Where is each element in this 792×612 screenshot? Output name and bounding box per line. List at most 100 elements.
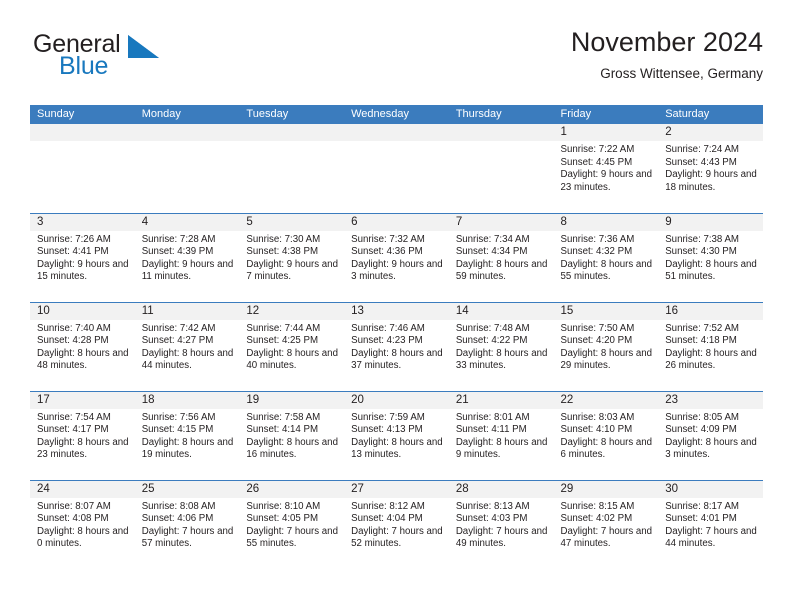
calendar-day-cell[interactable]: 4 Sunrise: 7:28 AM Sunset: 4:39 PM Daylight… xyxy=(134,212,240,302)
calendar-day-cell-empty xyxy=(239,124,345,213)
daylight-text: Daylight: 8 hours and 51 minutes. xyxy=(665,258,757,283)
triangle-flag-icon xyxy=(128,35,159,58)
daylight-text: Daylight: 7 hours and 47 minutes. xyxy=(560,525,653,550)
sunrise-text: Sunrise: 7:36 AM xyxy=(560,233,635,245)
sunrise-text: Sunrise: 7:28 AM xyxy=(141,233,216,245)
daylight-text: Daylight: 7 hours and 55 minutes. xyxy=(246,525,338,550)
brand-logo[interactable]: General Blue xyxy=(30,32,290,92)
calendar-day-cell[interactable]: 23 Sunrise: 8:05 AM Sunset: 4:09 PM Dayligh… xyxy=(658,390,763,480)
calendar-day-cell[interactable]: 14 Sunrise: 7:48 AM Sunset: 4:22 PM Dayligh… xyxy=(448,301,554,391)
daylight-text: Daylight: 9 hours and 3 minutes. xyxy=(351,258,443,283)
sunset-text: Sunset: 4:27 PM xyxy=(141,335,214,347)
sunrise-text: Sunrise: 7:58 AM xyxy=(246,411,321,423)
daylight-text: Daylight: 8 hours and 19 minutes. xyxy=(141,436,234,461)
sunrise-text: Sunrise: 8:10 AM xyxy=(246,500,321,512)
sunset-text: Sunset: 4:30 PM xyxy=(665,246,737,258)
calendar-day-cell[interactable]: 2 Sunrise: 7:24 AM Sunset: 4:43 PM Daylight… xyxy=(658,124,763,213)
day-number: 1 xyxy=(553,124,659,141)
calendar-day-cell[interactable]: 7 Sunrise: 7:34 AM Sunset: 4:34 PM Daylight… xyxy=(448,212,554,302)
day-details: Sunrise: 8:12 AM Sunset: 4:04 PM Daylight:… xyxy=(344,498,449,551)
day-cell-inner: 14 Sunrise: 7:48 AM Sunset: 4:22 PM Dayligh… xyxy=(448,302,554,391)
day-details: Sunrise: 7:28 AM Sunset: 4:39 PM Daylight:… xyxy=(135,231,240,284)
calendar-body: 1 Sunrise: 7:22 AM Sunset: 4:45 PM Daylight… xyxy=(30,124,763,569)
daylight-text: Daylight: 8 hours and 13 minutes. xyxy=(351,436,443,461)
day-cell-inner: 9 Sunrise: 7:38 AM Sunset: 4:30 PM Daylight… xyxy=(658,213,763,302)
day-cell-inner xyxy=(239,124,345,213)
day-number: 23 xyxy=(658,391,763,409)
calendar-day-cell[interactable]: 6 Sunrise: 7:32 AM Sunset: 4:36 PM Daylight… xyxy=(344,212,449,302)
day-number: 15 xyxy=(553,302,659,320)
daylight-text: Daylight: 7 hours and 57 minutes. xyxy=(141,525,234,550)
calendar-day-cell[interactable]: 28 Sunrise: 8:13 AM Sunset: 4:03 PM Dayligh… xyxy=(448,479,554,569)
weekday-header-wednesday: Wednesday xyxy=(344,105,449,124)
calendar-day-cell-empty xyxy=(134,124,240,213)
day-cell-inner: 25 Sunrise: 8:08 AM Sunset: 4:06 PM Dayligh… xyxy=(134,480,240,570)
sunrise-text: Sunrise: 8:01 AM xyxy=(455,411,530,423)
day-details: Sunrise: 7:59 AM Sunset: 4:13 PM Daylight:… xyxy=(344,409,449,462)
day-number: 21 xyxy=(448,391,554,409)
daylight-text: Daylight: 8 hours and 29 minutes. xyxy=(560,347,653,372)
calendar-day-cell[interactable]: 11 Sunrise: 7:42 AM Sunset: 4:27 PM Dayligh… xyxy=(134,301,240,391)
sunrise-text: Sunrise: 7:26 AM xyxy=(37,233,111,245)
calendar-day-cell[interactable]: 22 Sunrise: 8:03 AM Sunset: 4:10 PM Dayligh… xyxy=(553,390,659,480)
sunset-text: Sunset: 4:10 PM xyxy=(560,424,633,436)
calendar-day-cell[interactable]: 5 Sunrise: 7:30 AM Sunset: 4:38 PM Daylight… xyxy=(239,212,345,302)
calendar-day-cell[interactable]: 21 Sunrise: 8:01 AM Sunset: 4:11 PM Dayligh… xyxy=(448,390,554,480)
day-cell-inner: 1 Sunrise: 7:22 AM Sunset: 4:45 PM Daylight… xyxy=(553,124,659,213)
day-number: 5 xyxy=(239,213,345,231)
day-number: 14 xyxy=(448,302,554,320)
calendar-day-cell[interactable]: 8 Sunrise: 7:36 AM Sunset: 4:32 PM Daylight… xyxy=(553,212,659,302)
day-cell-inner: 13 Sunrise: 7:46 AM Sunset: 4:23 PM Dayligh… xyxy=(344,302,449,391)
title-block: November 2024 Gross Wittensee, Germany xyxy=(570,27,763,82)
calendar-day-cell[interactable]: 20 Sunrise: 7:59 AM Sunset: 4:13 PM Dayligh… xyxy=(344,390,449,480)
calendar-day-cell[interactable]: 29 Sunrise: 8:15 AM Sunset: 4:02 PM Dayligh… xyxy=(553,479,659,569)
sunset-text: Sunset: 4:06 PM xyxy=(141,513,214,525)
calendar-day-cell[interactable]: 3 Sunrise: 7:26 AM Sunset: 4:41 PM Daylight… xyxy=(30,212,135,302)
day-details: Sunrise: 7:50 AM Sunset: 4:20 PM Daylight:… xyxy=(554,320,659,373)
sunset-text: Sunset: 4:32 PM xyxy=(560,246,633,258)
day-cell-inner: 30 Sunrise: 8:17 AM Sunset: 4:01 PM Dayligh… xyxy=(658,480,763,570)
day-number xyxy=(344,124,449,141)
day-number: 3 xyxy=(30,213,135,231)
sunrise-text: Sunrise: 8:12 AM xyxy=(351,500,425,512)
sunset-text: Sunset: 4:23 PM xyxy=(351,335,423,347)
day-number: 9 xyxy=(658,213,763,231)
calendar-day-cell[interactable]: 30 Sunrise: 8:17 AM Sunset: 4:01 PM Dayligh… xyxy=(658,479,763,570)
sunset-text: Sunset: 4:09 PM xyxy=(665,424,737,436)
calendar-day-cell[interactable]: 24 Sunrise: 8:07 AM Sunset: 4:08 PM Dayligh… xyxy=(30,479,135,569)
daylight-text: Daylight: 9 hours and 7 minutes. xyxy=(246,258,338,283)
calendar-day-cell[interactable]: 16 Sunrise: 7:52 AM Sunset: 4:18 PM Dayligh… xyxy=(658,301,763,391)
day-number xyxy=(30,124,135,141)
daylight-text: Daylight: 8 hours and 44 minutes. xyxy=(141,347,234,372)
calendar-day-cell-empty xyxy=(448,124,554,213)
calendar-week-row: 24 Sunrise: 8:07 AM Sunset: 4:08 PM Dayligh… xyxy=(30,479,763,570)
sunset-text: Sunset: 4:38 PM xyxy=(246,246,319,258)
calendar-table: Sunday Monday Tuesday Wednesday Thursday… xyxy=(30,105,763,569)
calendar-day-cell[interactable]: 17 Sunrise: 7:54 AM Sunset: 4:17 PM Dayligh… xyxy=(30,390,135,480)
daylight-text: Daylight: 8 hours and 0 minutes. xyxy=(37,525,129,550)
calendar-day-cell-empty xyxy=(344,124,449,213)
sunrise-text: Sunrise: 7:22 AM xyxy=(560,144,635,155)
calendar-day-cell[interactable]: 27 Sunrise: 8:12 AM Sunset: 4:04 PM Dayligh… xyxy=(344,479,449,569)
calendar-day-cell[interactable]: 12 Sunrise: 7:44 AM Sunset: 4:25 PM Dayligh… xyxy=(239,301,345,391)
calendar-day-cell[interactable]: 18 Sunrise: 7:56 AM Sunset: 4:15 PM Dayligh… xyxy=(134,390,240,480)
day-cell-inner xyxy=(344,124,449,213)
sunrise-text: Sunrise: 7:50 AM xyxy=(560,322,635,334)
calendar-day-cell[interactable]: 26 Sunrise: 8:10 AM Sunset: 4:05 PM Dayligh… xyxy=(239,479,345,569)
day-details: Sunrise: 7:58 AM Sunset: 4:14 PM Daylight:… xyxy=(239,409,344,462)
page-title: November 2024 xyxy=(570,27,763,57)
sunrise-text: Sunrise: 7:30 AM xyxy=(246,233,321,245)
calendar-day-cell[interactable]: 1 Sunrise: 7:22 AM Sunset: 4:45 PM Daylight… xyxy=(553,124,659,213)
day-cell-inner xyxy=(448,124,554,213)
day-details: Sunrise: 7:38 AM Sunset: 4:30 PM Daylight:… xyxy=(658,231,763,284)
sunset-text: Sunset: 4:34 PM xyxy=(455,246,528,258)
day-number: 26 xyxy=(239,480,345,498)
calendar-day-cell[interactable]: 25 Sunrise: 8:08 AM Sunset: 4:06 PM Dayligh… xyxy=(134,479,240,570)
calendar-day-cell[interactable]: 10 Sunrise: 7:40 AM Sunset: 4:28 PM Dayligh… xyxy=(30,301,135,391)
calendar-day-cell[interactable]: 19 Sunrise: 7:58 AM Sunset: 4:14 PM Dayligh… xyxy=(239,390,345,480)
day-details: Sunrise: 7:36 AM Sunset: 4:32 PM Daylight:… xyxy=(554,231,659,284)
day-cell-inner: 15 Sunrise: 7:50 AM Sunset: 4:20 PM Dayligh… xyxy=(553,302,659,391)
calendar-day-cell[interactable]: 13 Sunrise: 7:46 AM Sunset: 4:23 PM Dayligh… xyxy=(344,301,449,391)
calendar-day-cell[interactable]: 15 Sunrise: 7:50 AM Sunset: 4:20 PM Dayligh… xyxy=(553,301,659,391)
calendar-day-cell[interactable]: 9 Sunrise: 7:38 AM Sunset: 4:30 PM Daylight… xyxy=(658,212,763,302)
